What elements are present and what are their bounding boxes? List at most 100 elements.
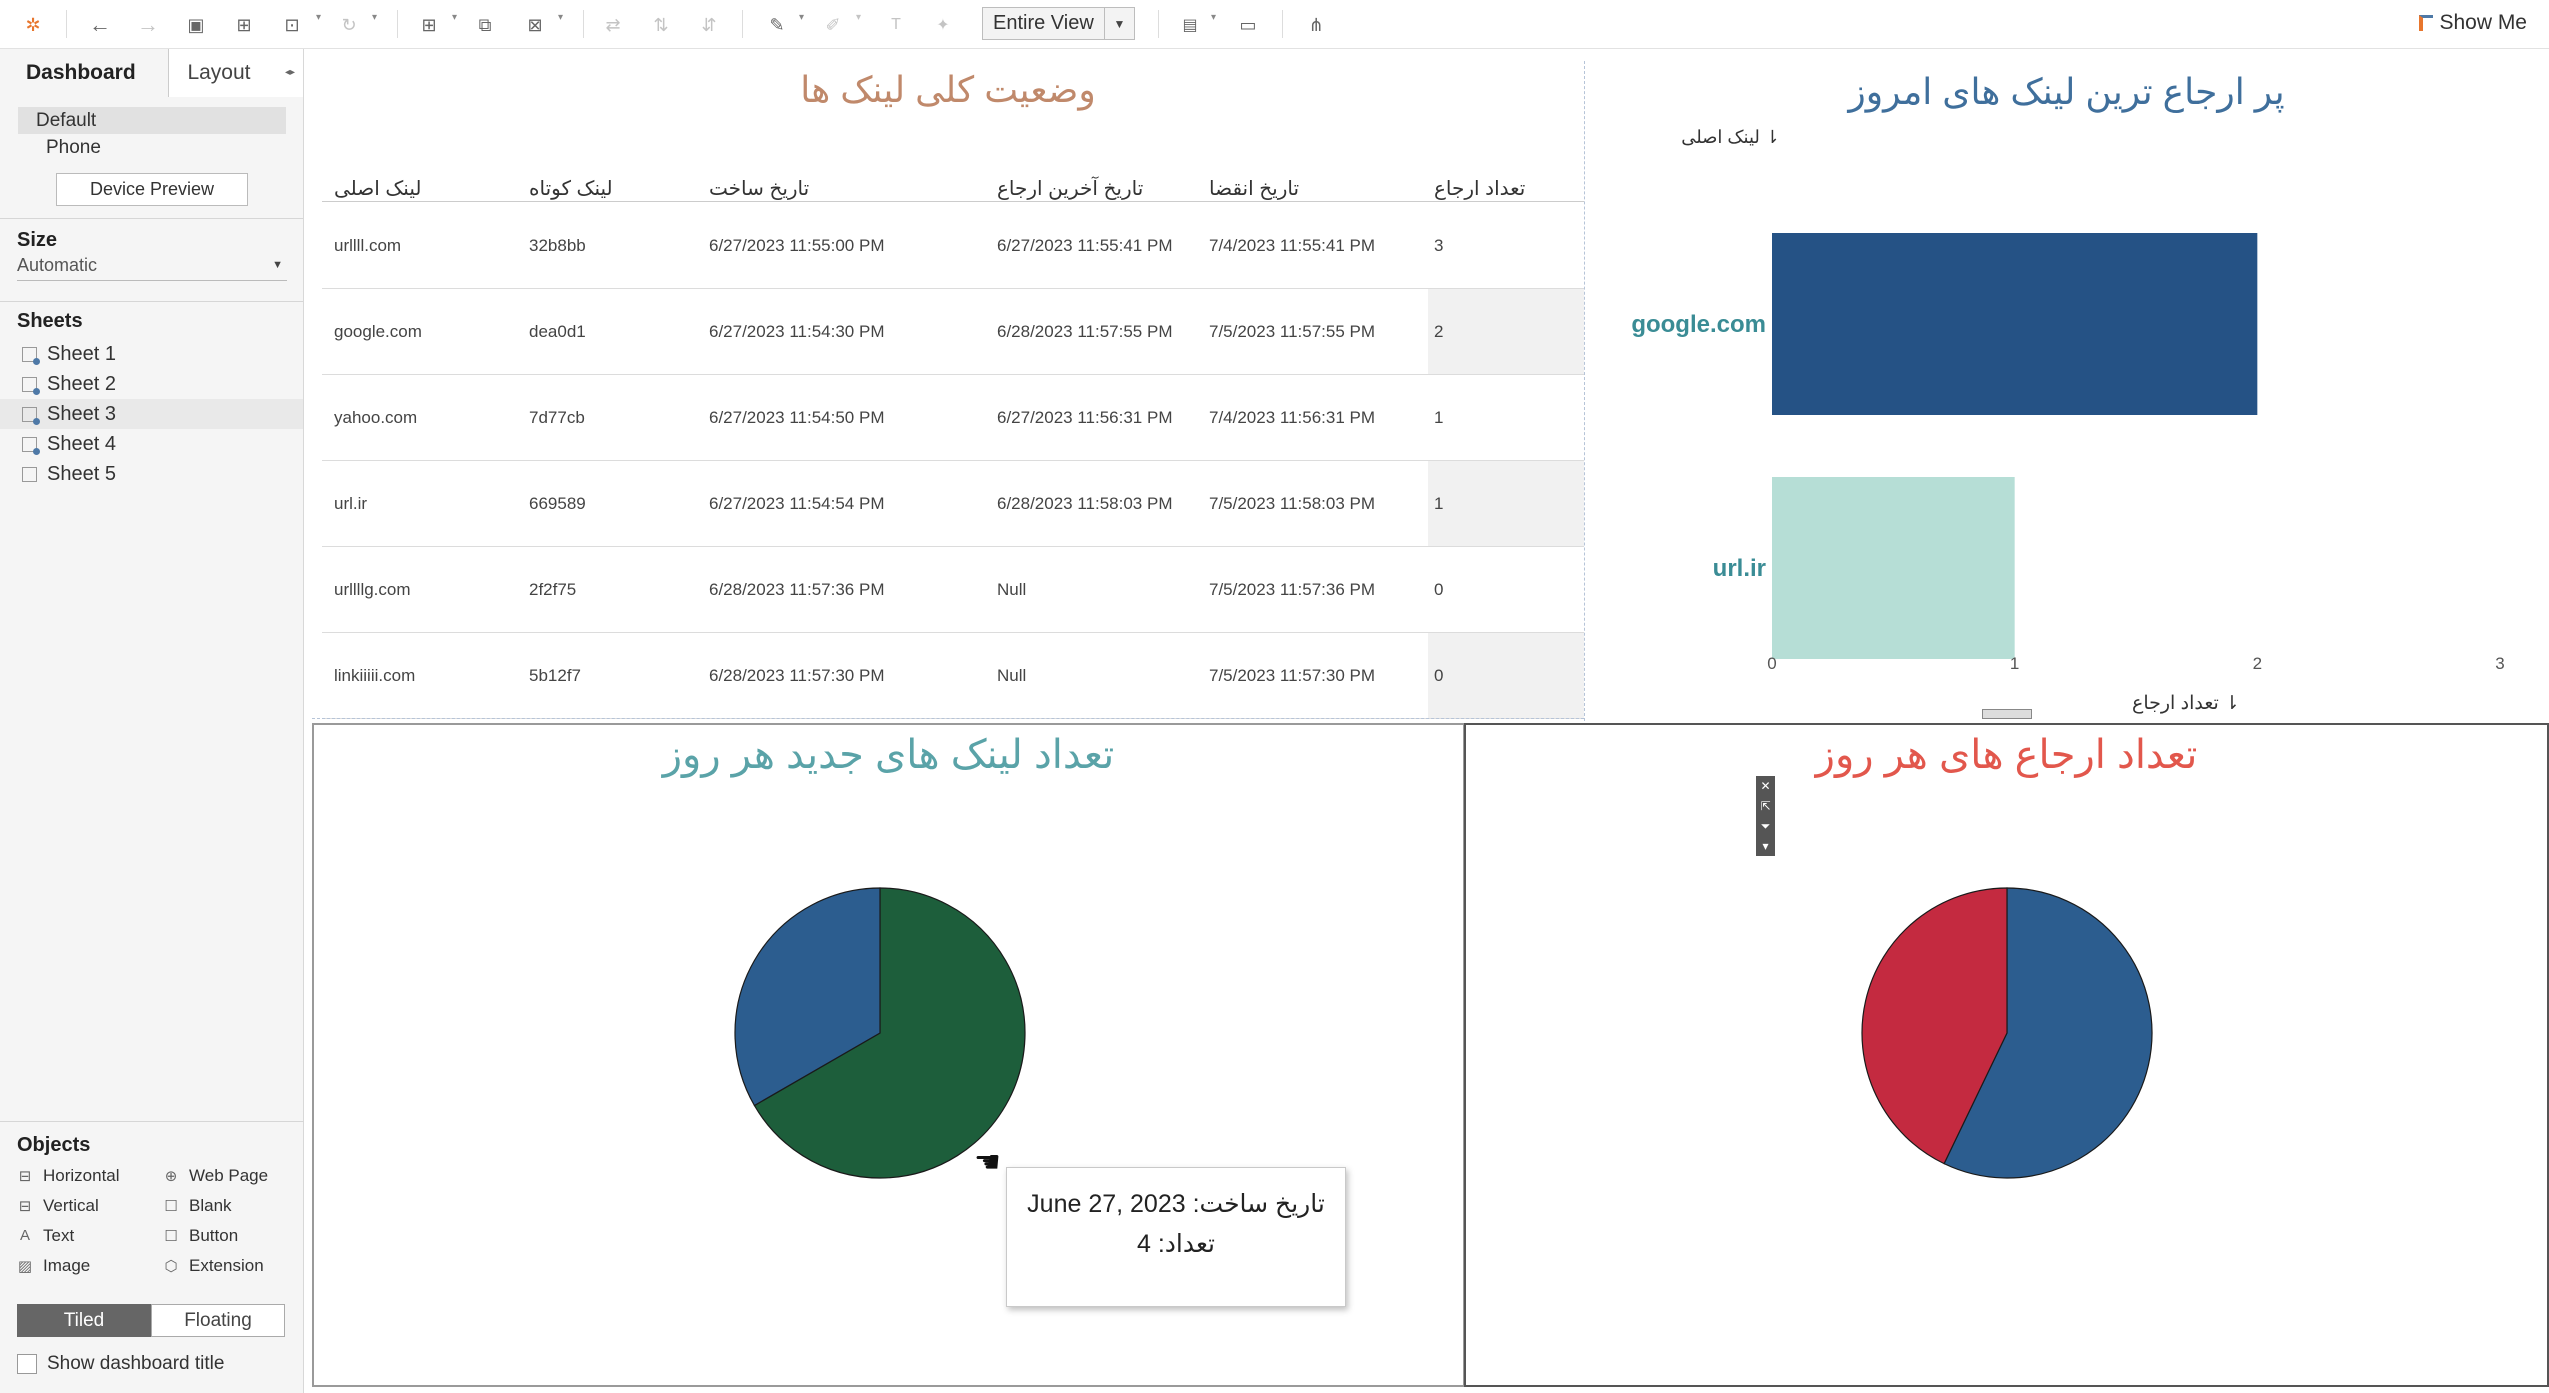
- device-option-default[interactable]: Default: [18, 107, 286, 134]
- table-cell: dea0d1: [529, 322, 586, 341]
- object-extension[interactable]: ⬡ Extension: [163, 1255, 309, 1276]
- category-label[interactable]: google.com: [1631, 311, 1766, 338]
- objects-section: Objects ⊟ Horizontal ⊕ Web Page ⊟ Vertical …: [0, 1121, 304, 1375]
- clear-sheet-caret-icon[interactable]: ▾: [558, 12, 563, 23]
- table-cell: 6/27/2023 11:54:30 PM: [709, 322, 885, 341]
- chevron-down-icon[interactable]: ▼: [1104, 8, 1134, 39]
- sheet-item-2[interactable]: Sheet 2: [0, 369, 303, 399]
- object-vertical[interactable]: ⊟ Vertical: [17, 1195, 163, 1216]
- table-row[interactable]: google.com dea0d1 6/27/2023 11:54:30 PM 6/2…: [322, 289, 1584, 375]
- swap-icon[interactable]: ⇄: [598, 10, 628, 40]
- new-sheet-caret-icon[interactable]: ▾: [452, 12, 457, 23]
- new-data-source-icon[interactable]: ⊞: [229, 10, 259, 40]
- more-options-icon[interactable]: ▾: [1756, 836, 1775, 856]
- floating-button[interactable]: Floating: [151, 1304, 285, 1337]
- bar[interactable]: [1772, 477, 2015, 659]
- table-cell: 0: [1434, 666, 1444, 685]
- table-row[interactable]: urllll.com 32b8bb 6/27/2023 11:55:00 PM 6/2…: [322, 203, 1584, 289]
- pause-updates-icon[interactable]: ⊡: [277, 10, 307, 40]
- undo-icon[interactable]: ←: [85, 10, 115, 40]
- presentation-mode-icon[interactable]: ▭: [1233, 10, 1263, 40]
- tiled-button[interactable]: Tiled: [17, 1304, 151, 1337]
- hand-cursor-icon: ☚: [974, 1146, 1001, 1179]
- zone-controls: ✕ ⇱ ⏷ ▾: [1756, 776, 1775, 856]
- bar[interactable]: [1772, 233, 2258, 415]
- device-preview-button[interactable]: Device Preview: [56, 173, 248, 206]
- group-icon[interactable]: ✐: [818, 10, 848, 40]
- labels-icon[interactable]: T: [881, 10, 911, 40]
- save-icon[interactable]: ▣: [181, 10, 211, 40]
- sheet-item-3[interactable]: Sheet 3: [0, 399, 303, 429]
- object-button[interactable]: ☐ Button: [163, 1225, 309, 1246]
- x-tick-label: 1: [2010, 654, 2019, 673]
- object-label: Button: [189, 1225, 239, 1245]
- show-me-button[interactable]: Show Me: [2419, 11, 2527, 35]
- object-image[interactable]: ▨ Image: [17, 1255, 163, 1276]
- clear-sheet-icon[interactable]: ⊠: [520, 10, 550, 40]
- column-header[interactable]: تاریخ ساخت: [709, 176, 809, 201]
- object-web-page[interactable]: ⊕ Web Page: [163, 1165, 309, 1186]
- object-text[interactable]: A Text: [17, 1225, 163, 1246]
- column-header[interactable]: تعداد ارجاع: [1434, 176, 1525, 201]
- show-title-checkbox[interactable]: Show dashboard title: [17, 1353, 304, 1375]
- close-icon[interactable]: ✕: [1756, 776, 1775, 796]
- highlight-caret-icon[interactable]: ▾: [799, 12, 804, 23]
- show-cards-caret-icon[interactable]: ▾: [1211, 12, 1216, 23]
- show-cards-icon[interactable]: ▤: [1175, 10, 1205, 40]
- tab-collapse-icon[interactable]: ◂▸: [285, 67, 295, 78]
- filter-icon[interactable]: ⏷: [1756, 816, 1775, 836]
- objects-grid: ⊟ Horizontal ⊕ Web Page ⊟ Vertical ☐ Blank A…: [0, 1165, 304, 1276]
- tableau-logo-icon[interactable]: ✲: [18, 10, 48, 40]
- tab-dashboard[interactable]: Dashboard: [0, 49, 169, 97]
- duplicate-sheet-icon[interactable]: ⧉: [470, 10, 500, 40]
- table-row[interactable]: linkiiiii.com 5b12f7 6/28/2023 11:57:30 PM…: [322, 633, 1584, 719]
- text-icon: A: [19, 1227, 30, 1244]
- tab-layout[interactable]: Layout ◂▸: [168, 49, 303, 97]
- redo-icon[interactable]: →: [133, 10, 163, 40]
- size-select[interactable]: Automatic ▼: [17, 255, 287, 281]
- table-row[interactable]: yahoo.com 7d77cb 6/27/2023 11:54:50 PM 6/27…: [322, 375, 1584, 461]
- table-cell: 1: [1434, 494, 1444, 513]
- device-option-phone[interactable]: Phone: [18, 134, 286, 161]
- refresh-caret-icon[interactable]: ▾: [372, 12, 377, 23]
- fit-select[interactable]: Entire View ▼: [982, 7, 1135, 40]
- table-row[interactable]: url.ir 669589 6/27/2023 11:54:54 PM 6/28/20…: [322, 461, 1584, 547]
- highlight-icon[interactable]: ✎: [762, 10, 792, 40]
- sheet-item-1[interactable]: Sheet 1: [0, 339, 303, 369]
- panel-divider: [0, 1121, 304, 1122]
- table-cell: 32b8bb: [529, 236, 586, 255]
- checkbox-box[interactable]: [17, 1354, 37, 1374]
- group-caret-icon[interactable]: ▾: [856, 12, 861, 23]
- table-cell: 6/28/2023 11:58:03 PM: [997, 494, 1173, 513]
- row-highlight: [1428, 461, 1584, 546]
- sheet-label: Sheet 2: [47, 372, 116, 395]
- pause-updates-caret-icon[interactable]: ▾: [316, 12, 321, 23]
- column-header[interactable]: لینک کوتاه: [529, 176, 613, 201]
- table-cell: 6/27/2023 11:55:00 PM: [709, 236, 885, 255]
- tooltip-line-count: تعداد: 4: [1136, 1230, 1216, 1258]
- column-header[interactable]: تاریخ انقضا: [1209, 176, 1299, 201]
- share-icon[interactable]: ⋔: [1301, 10, 1331, 40]
- new-sheet-icon[interactable]: ⊞: [414, 10, 444, 40]
- sort-ascending-icon[interactable]: ⇅: [646, 10, 676, 40]
- sort-descending-icon[interactable]: ⇵: [694, 10, 724, 40]
- object-blank[interactable]: ☐ Blank: [163, 1195, 309, 1216]
- column-header[interactable]: لینک اصلی: [334, 176, 421, 201]
- pin-icon[interactable]: ✦: [928, 10, 958, 40]
- table-cell: 3: [1434, 236, 1444, 255]
- x-axis-label[interactable]: تعداد ارجاع ⇂: [2132, 693, 2240, 714]
- category-label[interactable]: url.ir: [1713, 555, 1766, 582]
- sheet-item-4[interactable]: Sheet 4: [0, 429, 303, 459]
- table-cell: 669589: [529, 494, 586, 513]
- table-row[interactable]: urllllg.com 2f2f75 6/28/2023 11:57:36 PM Nu…: [322, 547, 1584, 633]
- table-cell: 6/27/2023 11:54:50 PM: [709, 408, 885, 427]
- chevron-down-icon[interactable]: ▼: [272, 259, 283, 271]
- column-header[interactable]: تاریخ آخرین ارجاع: [997, 176, 1143, 201]
- refresh-icon[interactable]: ↻: [334, 10, 364, 40]
- open-sheet-icon[interactable]: ⇱: [1756, 796, 1775, 816]
- resize-handle[interactable]: [1982, 709, 2032, 719]
- table-cell: urllllg.com: [334, 580, 411, 599]
- y-axis-label[interactable]: لینک اصلی ⇂: [1681, 127, 1780, 147]
- object-horizontal[interactable]: ⊟ Horizontal: [17, 1165, 163, 1186]
- sheet-item-5[interactable]: Sheet 5: [0, 459, 303, 489]
